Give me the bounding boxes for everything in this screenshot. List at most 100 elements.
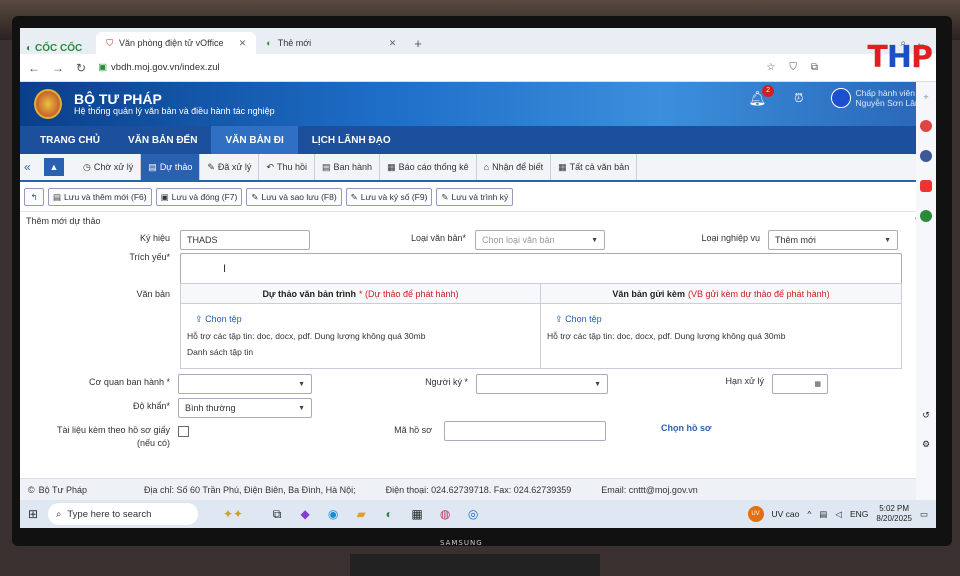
folder-icon[interactable]: ▰ [352, 505, 370, 523]
footer-address: Địa chỉ: Số 60 Trần Phú, Điện Biên, Ba Đ… [144, 484, 356, 495]
loai-van-ban-select[interactable]: Chọn loại văn bản ▼ [475, 230, 605, 250]
coccoc-icon[interactable]: ◐ [380, 505, 398, 523]
save-submit-button[interactable]: ✎ Lưu và trình ký [436, 188, 514, 206]
tab-tat-ca[interactable]: ▦ Tất cả văn bản [551, 154, 638, 180]
sign-icon: ✎ [350, 191, 358, 202]
avatar [831, 88, 852, 108]
browser-tab-new[interactable]: ◐ Thẻ mới ✕ [256, 32, 406, 54]
ky-hieu-input[interactable]: THADS [180, 230, 310, 250]
screen: ◐ CỐC CỐC ⛉ Văn phòng điện tử vOffice ✕ ◐ Th… [20, 28, 936, 528]
tab-nhan-de-biet[interactable]: ⌂ Nhận để biết [477, 154, 552, 180]
edge-icon[interactable]: ◉ [324, 505, 342, 523]
do-khan-select[interactable]: Bình thường ▼ [178, 398, 312, 418]
tab-ban-hanh[interactable]: ▤ Ban hành [315, 154, 381, 180]
chevron-down-icon: ▼ [594, 380, 601, 388]
back-arrow-icon: ↰ [30, 191, 38, 202]
task-view-icon[interactable]: ⧉ [268, 505, 286, 523]
chon-ho-so-link[interactable]: Chọn hồ sơ [661, 423, 711, 433]
menu-van-ban-den[interactable]: VĂN BẢN ĐẾN [114, 126, 211, 154]
menu-lich-lanh-dao[interactable]: LỊCH LÃNH ĐẠO [298, 126, 405, 154]
game-icon[interactable] [920, 210, 932, 222]
sparkle-icon[interactable]: ✦✦ [208, 505, 258, 523]
co-quan-label: Cơ quan ban hành * [89, 377, 170, 387]
choose-file-draft[interactable]: ⇪ Chọn tệp [195, 314, 540, 325]
collapse-icon[interactable]: « [24, 160, 44, 174]
save-sign-button[interactable]: ✎ Lưu và ký số (F9) [345, 188, 433, 206]
network-icon[interactable]: ▤ [819, 509, 827, 520]
header-right: 🔔︎ 2 ⏰︎ Chấp hành viên Nguyễn Sơn Lâm [748, 84, 922, 108]
lang-indicator[interactable]: ENG [850, 509, 868, 519]
browser-logo[interactable]: ◐ CỐC CỐC [26, 43, 82, 54]
page-footer: © Bộ Tư Pháp Địa chỉ: Số 60 Trần Phú, Điệ… [20, 478, 916, 500]
notification-bell[interactable]: 🔔︎ 2 [748, 84, 775, 107]
menu-van-ban-di[interactable]: VĂN BẢN ĐI [211, 126, 298, 154]
tab-da-xu-ly[interactable]: ✎ Đã xử lý [200, 154, 260, 180]
submit-icon: ✎ [441, 191, 449, 202]
file-icon: ▤ [322, 161, 331, 172]
windows-icon[interactable]: ⊞ [28, 507, 38, 521]
choose-file-attach[interactable]: ⇪ Chọn tệp [555, 314, 901, 325]
ma-ho-so-input[interactable] [444, 421, 606, 441]
system-tray: UV UV cao ^ ▤ ◁ ENG 5:02 PM 8/20/2025 ▭ [747, 504, 937, 524]
footer-brand: © Bộ Tư Pháp [28, 484, 88, 495]
reload-icon[interactable]: ↻ [76, 61, 86, 75]
back-icon[interactable]: ← [28, 61, 40, 75]
channel-logo-letter: P [911, 40, 933, 75]
tab-icon: ◐ [266, 38, 272, 48]
doc-icon: ▤ [53, 191, 62, 202]
save-new-button[interactable]: ▤ Lưu và thêm mới (F6) [48, 188, 152, 206]
copyright-icon: © [28, 484, 35, 495]
new-tab-button[interactable]: + [406, 32, 430, 54]
url-field[interactable]: ▣ vbdh.moj.gov.vn/index.zul [98, 62, 754, 73]
chat-icon[interactable]: ◍ [436, 505, 454, 523]
chevron-down-icon: ▼ [884, 236, 891, 244]
uv-status[interactable]: UV cao [772, 509, 800, 519]
upload-icon: ⇪ [555, 314, 563, 324]
save-close-button[interactable]: ▣ Lưu và đóng (F7) [155, 188, 243, 206]
history-icon[interactable]: ↺ [922, 410, 930, 421]
close-icon[interactable]: ✕ [389, 38, 397, 49]
close-icon[interactable]: ✕ [239, 38, 247, 49]
address-actions: ☆ ⛉ ⧉ [766, 62, 818, 73]
shield-icon[interactable]: ⛉ [789, 62, 797, 73]
han-xu-ly-date[interactable]: ▦ [772, 374, 828, 394]
clock[interactable]: 5:02 PM 8/20/2025 [876, 504, 912, 524]
tab-thu-hoi[interactable]: ↶ Thu hồi [259, 154, 316, 180]
save-backup-button[interactable]: ✎ Lưu và sao lưu (F8) [246, 188, 342, 206]
settings-icon[interactable]: ⚙︎ [922, 439, 930, 450]
browser-tab-voffice[interactable]: ⛉ Văn phòng điện tử vOffice ✕ [96, 32, 257, 54]
chevron-down-icon: ▼ [298, 380, 305, 388]
menu-trang-chu[interactable]: TRANG CHỦ [26, 126, 114, 154]
sidebar-add-icon[interactable]: + [923, 92, 928, 102]
notification-center-icon[interactable]: ▭ [920, 509, 928, 520]
copilot-icon[interactable]: ◆ [296, 505, 314, 523]
back-button[interactable]: ↰ [24, 188, 44, 206]
app-icon[interactable]: ▦ [408, 505, 426, 523]
user-role: Chấp hành viên [855, 88, 916, 98]
nguoi-ky-select[interactable]: ▼ [476, 374, 608, 394]
chevron-up-icon[interactable]: ^ [807, 509, 811, 519]
co-quan-select[interactable]: ▼ [178, 374, 312, 394]
tab-du-thao[interactable]: ▤ Dự thảo [141, 154, 201, 180]
site-info-icon[interactable]: ▣ [98, 62, 107, 73]
extensions-icon[interactable]: ⧉ [811, 62, 818, 73]
tai-lieu-checkbox[interactable] [178, 426, 189, 437]
file-support-note: Hỗ trợ các tập tin: doc, docx, pdf. Dung… [547, 331, 786, 341]
chart-icon: ▦ [387, 161, 396, 172]
app-title: BỘ TƯ PHÁP [74, 91, 162, 107]
app-icon[interactable] [920, 120, 932, 132]
loai-nghiep-vu-select[interactable]: Thêm mới ▼ [768, 230, 898, 250]
zalo-icon[interactable]: ◎ [464, 505, 482, 523]
alarm-icon[interactable]: ⏰︎ [794, 91, 803, 106]
forward-icon[interactable]: → [52, 61, 64, 75]
star-icon[interactable]: ☆ [766, 62, 775, 73]
volume-icon[interactable]: ◁ [835, 509, 842, 520]
tab-bao-cao[interactable]: ▦ Báo cáo thống kê [380, 154, 477, 180]
home-button[interactable]: ▲ [44, 158, 64, 176]
tab-cho-xu-ly[interactable]: ◷ Chờ xử lý [76, 154, 142, 180]
taskbar-search[interactable]: ⌕ Type here to search [48, 503, 199, 525]
trich-yeu-textarea[interactable]: I [180, 253, 902, 285]
youtube-icon[interactable] [920, 180, 932, 192]
facebook-icon[interactable] [920, 150, 932, 162]
user-menu[interactable]: Chấp hành viên Nguyễn Sơn Lâm [831, 88, 922, 108]
